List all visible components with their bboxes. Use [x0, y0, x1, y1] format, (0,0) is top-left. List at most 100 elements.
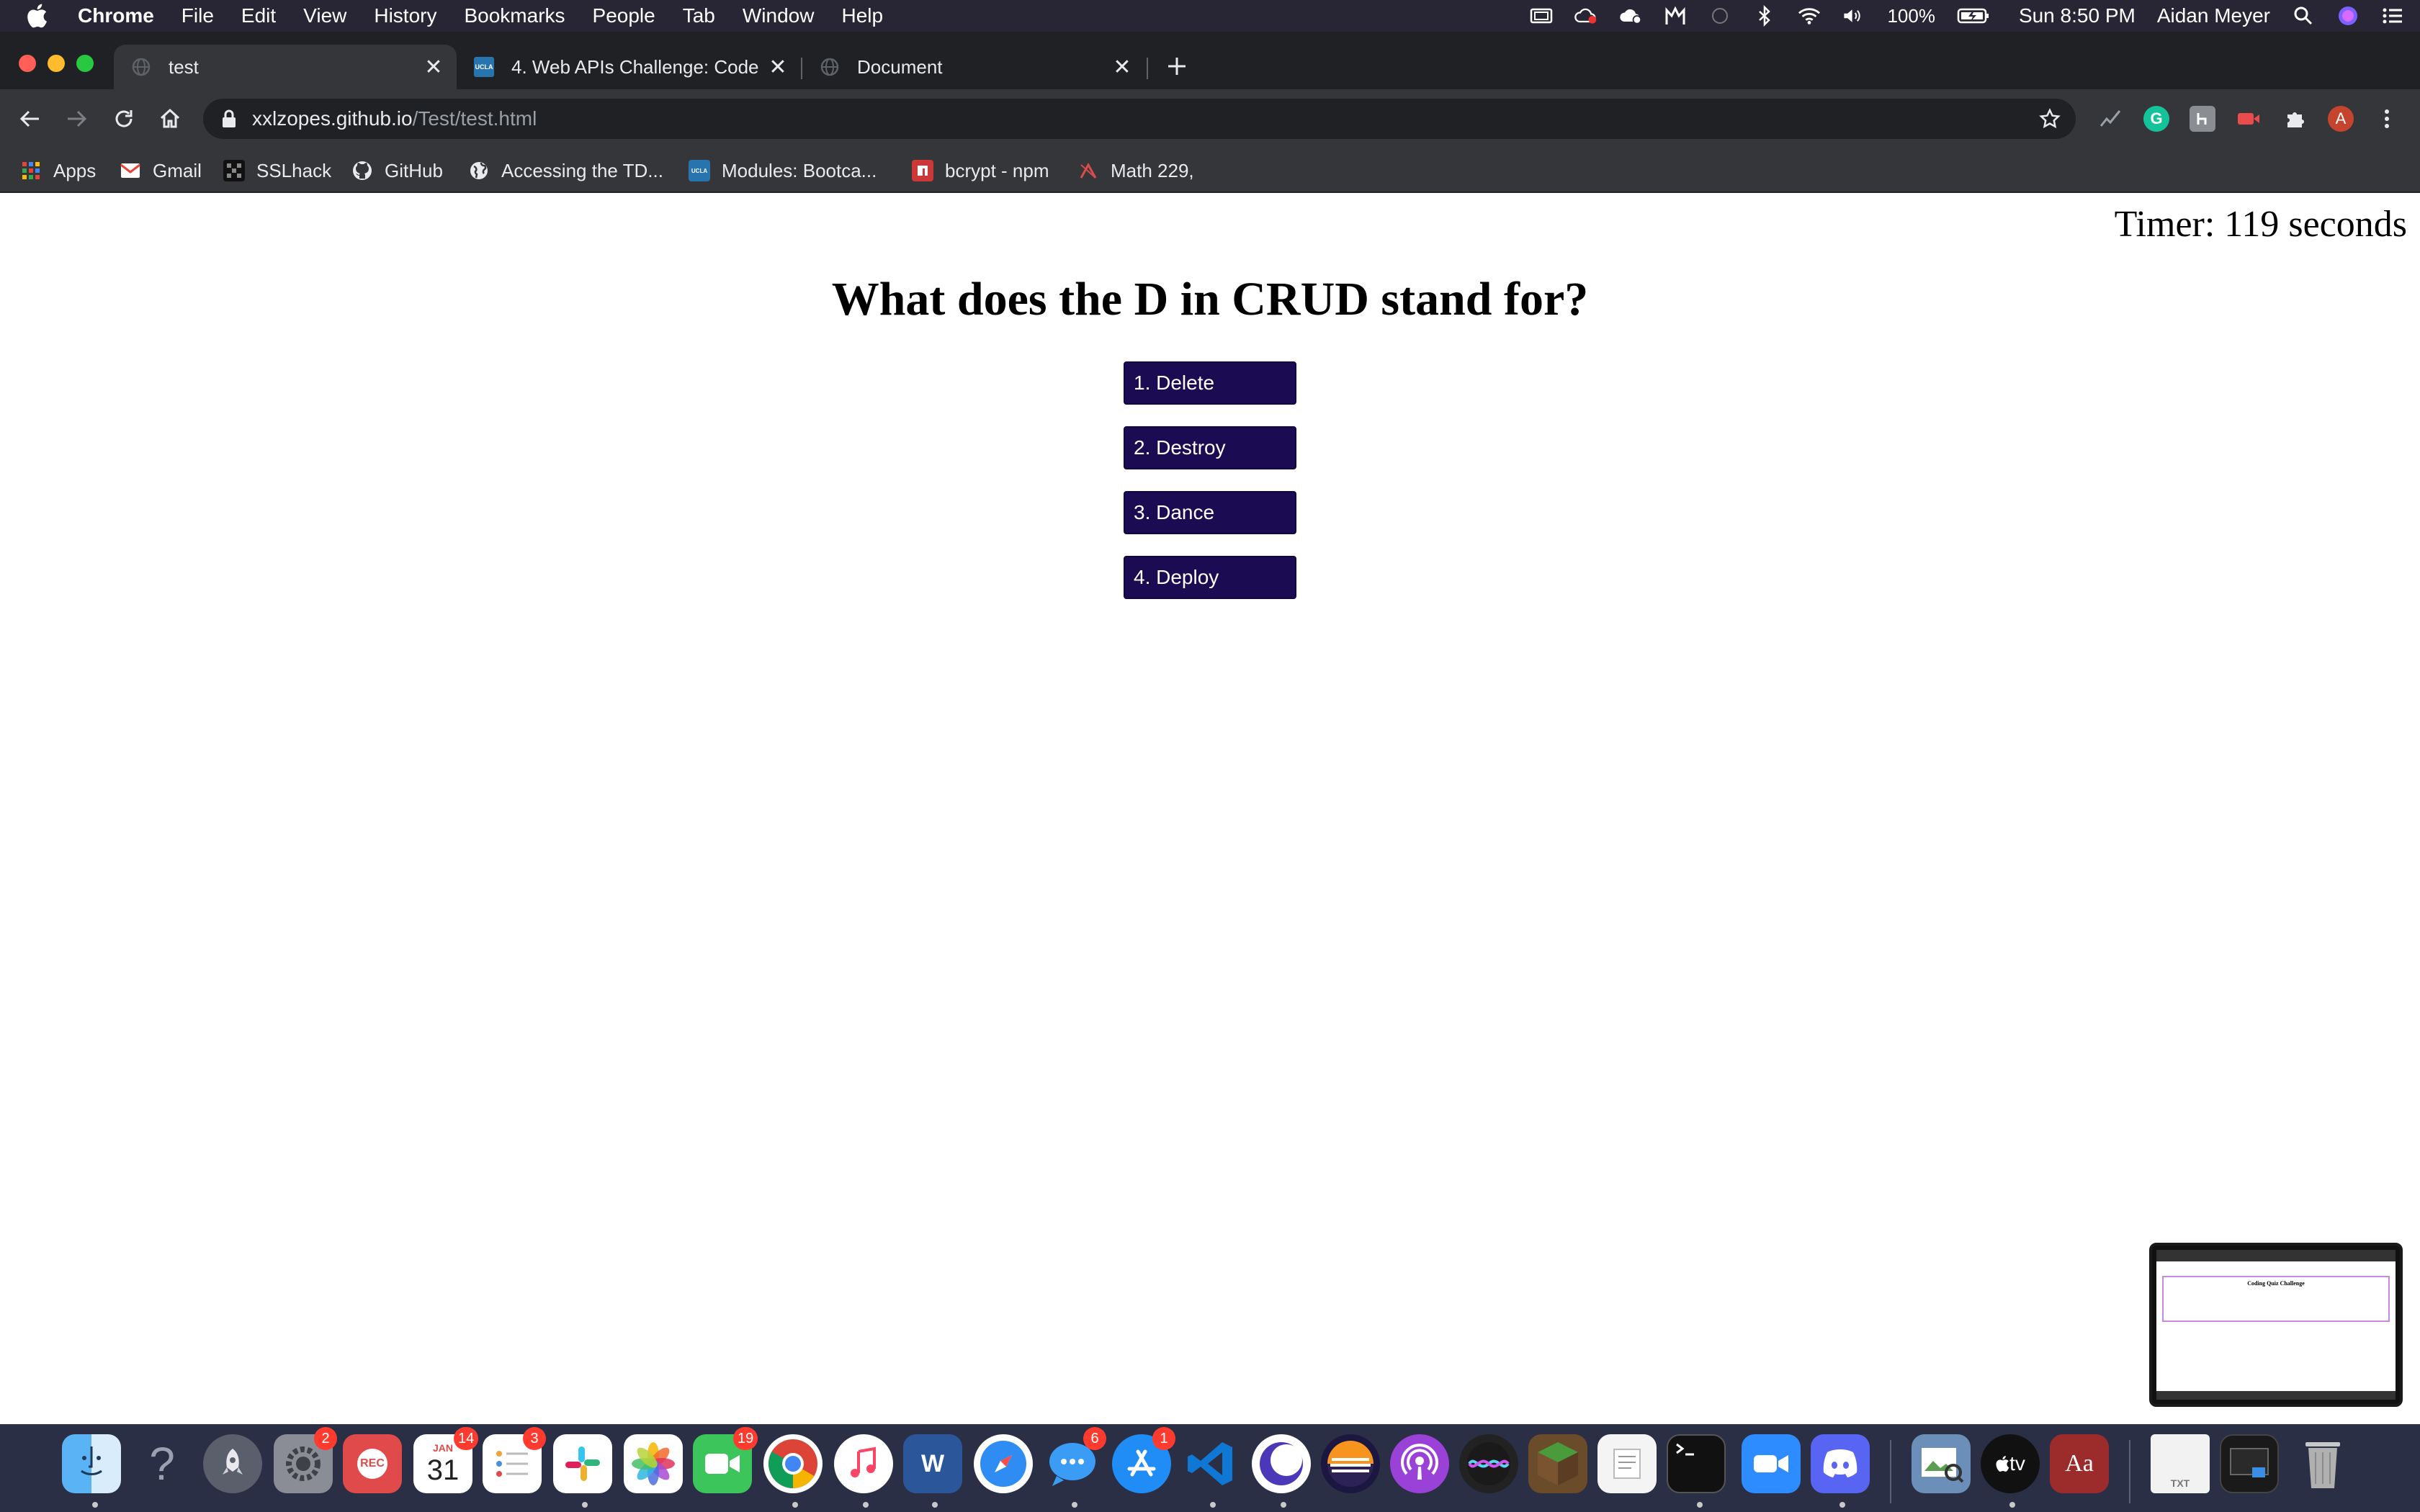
battery-charging-icon[interactable]	[1957, 6, 1990, 26]
window-close-button[interactable]	[19, 55, 36, 72]
spotlight-search-icon[interactable]	[2292, 6, 2315, 26]
menu-app-name[interactable]: Chrome	[78, 4, 154, 27]
quiz-timer: Timer: 119 seconds	[2114, 204, 2407, 245]
textedit-icon[interactable]	[1597, 1434, 1657, 1493]
safari-compass-icon[interactable]	[974, 1434, 1033, 1493]
wifi-icon[interactable]	[1798, 6, 1821, 26]
bookmark-bcrypt-npm[interactable]: bcrypt - npm	[912, 158, 1049, 183]
vscode-icon[interactable]	[1181, 1434, 1240, 1493]
terminal-icon[interactable]	[1667, 1434, 1726, 1493]
bluetooth-icon[interactable]	[1753, 5, 1776, 27]
finder-running-indicator	[92, 1502, 98, 1508]
notification-center-icon[interactable]	[2381, 6, 2404, 26]
screenshot-thumbnail-preview[interactable]: Coding Quiz Challenge	[2149, 1243, 2403, 1407]
launchpad-rocket-icon[interactable]	[203, 1434, 262, 1493]
reload-button[interactable]	[105, 100, 143, 138]
menu-history[interactable]: History	[374, 4, 436, 27]
menu-file[interactable]: File	[182, 4, 214, 27]
gmail-icon	[120, 160, 141, 181]
screen-record-extension-icon[interactable]	[2236, 106, 2262, 132]
menu-bookmarks[interactable]: Bookmarks	[464, 4, 565, 27]
answer-button-1[interactable]: 1. Delete	[1124, 361, 1296, 405]
apple-tv-icon[interactable]: tv	[1981, 1434, 2040, 1493]
grammarly-icon[interactable]: G	[2143, 106, 2169, 132]
answer-button-3[interactable]: 3. Dance	[1124, 491, 1296, 534]
night-owl-moon-icon[interactable]	[1252, 1434, 1311, 1493]
bookmark-github[interactable]: GitHub	[351, 158, 443, 183]
bookmark-star-icon[interactable]	[2038, 107, 2061, 130]
help-question-icon[interactable]: ?	[133, 1434, 192, 1493]
bookmark-label: Apps	[53, 159, 97, 181]
screen-mirroring-icon[interactable]	[1530, 6, 1553, 26]
podcasts-icon[interactable]	[1390, 1434, 1449, 1493]
menu-tab[interactable]: Tab	[683, 4, 715, 27]
extension-graph-icon[interactable]	[2097, 106, 2123, 132]
menubar-clock[interactable]: Sun 8:50 PM	[2019, 4, 2136, 27]
eclipse-icon[interactable]	[1321, 1434, 1380, 1493]
lock-icon[interactable]	[219, 109, 239, 129]
dictionary-icon[interactable]: Aa	[2050, 1434, 2109, 1493]
bookmark-label: Gmail	[153, 159, 202, 181]
txt-file-icon[interactable]: TXT	[2151, 1434, 2210, 1493]
tab-web-apis-challenge[interactable]: UCLA 4. Web APIs Challenge: Code Quiz ✕	[457, 45, 801, 89]
bookmark-modules-bootcamp[interactable]: UCLA Modules: Bootca...	[689, 158, 877, 183]
bookmark-sslhack[interactable]: SSLhack	[223, 158, 331, 183]
answer-button-2[interactable]: 2. Destroy	[1124, 426, 1296, 469]
tab-test[interactable]: test ✕	[114, 45, 457, 89]
chrome-menu-icon[interactable]	[2374, 106, 2400, 132]
zoom-icon[interactable]	[1742, 1434, 1801, 1493]
cloud-sync-icon[interactable]	[1619, 6, 1642, 26]
menu-people[interactable]: People	[593, 4, 655, 27]
address-bar[interactable]: xxlzopes.github.io/Test/test.html	[203, 99, 2076, 139]
chrome-running-indicator	[792, 1502, 798, 1508]
new-tab-button[interactable]	[1161, 50, 1193, 82]
window-minimize-button[interactable]	[48, 55, 65, 72]
bookmark-apps[interactable]: Apps	[20, 158, 96, 183]
night-owl-running-indicator	[1281, 1502, 1286, 1508]
bookmark-math-229[interactable]: Math 229,	[1077, 158, 1194, 183]
tab-title: test	[169, 55, 199, 78]
extensions-puzzle-icon[interactable]	[2282, 106, 2308, 132]
photos-icon[interactable]	[624, 1434, 683, 1493]
back-button[interactable]	[12, 100, 49, 138]
preview-icon[interactable]	[1912, 1434, 1971, 1493]
creative-cloud-icon[interactable]	[1574, 6, 1597, 26]
extension-h-icon[interactable]	[2190, 106, 2215, 132]
trash-icon[interactable]	[2293, 1434, 2352, 1493]
volume-icon[interactable]	[1842, 6, 1865, 26]
menu-view[interactable]: View	[303, 4, 346, 27]
finder-icon[interactable]	[62, 1434, 121, 1493]
rec-label: REC	[357, 1449, 387, 1479]
apple-menu-icon[interactable]	[26, 4, 52, 28]
siri-app-icon[interactable]	[1459, 1434, 1518, 1493]
forward-button[interactable]	[58, 100, 95, 138]
thumbnail-dock	[2156, 1391, 2396, 1400]
word-icon[interactable]: W	[903, 1434, 962, 1493]
malwarebytes-icon[interactable]	[1664, 6, 1687, 26]
bookmark-accessing-the-td[interactable]: Accessing the TD...	[468, 158, 663, 183]
chrome-icon[interactable]	[763, 1434, 823, 1493]
screen-recorder-icon[interactable]: REC	[343, 1434, 402, 1493]
siri-icon[interactable]	[2336, 6, 2360, 26]
accessibility-icon[interactable]	[1708, 6, 1731, 26]
bookmark-label: Math 229,	[1111, 159, 1194, 181]
menu-help[interactable]: Help	[841, 4, 883, 27]
menu-window[interactable]: Window	[743, 4, 815, 27]
menubar-user[interactable]: Aidan Meyer	[2157, 4, 2270, 27]
bookmark-gmail[interactable]: Gmail	[120, 158, 202, 183]
tab-close-icon[interactable]: ✕	[1108, 53, 1137, 81]
profile-avatar[interactable]: A	[2328, 106, 2354, 132]
tab-close-icon[interactable]: ✕	[419, 53, 448, 81]
answer-button-4[interactable]: 4. Deploy	[1124, 556, 1296, 599]
slack-icon[interactable]	[553, 1434, 612, 1493]
discord-icon[interactable]	[1811, 1434, 1870, 1493]
minecraft-icon[interactable]	[1528, 1434, 1587, 1493]
tab-close-icon[interactable]: ✕	[763, 53, 792, 81]
menu-edit[interactable]: Edit	[241, 4, 276, 27]
home-button[interactable]	[151, 100, 189, 138]
tab-document[interactable]: Document ✕	[802, 45, 1145, 89]
music-icon[interactable]	[834, 1434, 893, 1493]
screenshot-folder-icon[interactable]	[2220, 1434, 2279, 1493]
window-zoom-button[interactable]	[76, 55, 94, 72]
calendar-day: 31	[426, 1454, 460, 1486]
